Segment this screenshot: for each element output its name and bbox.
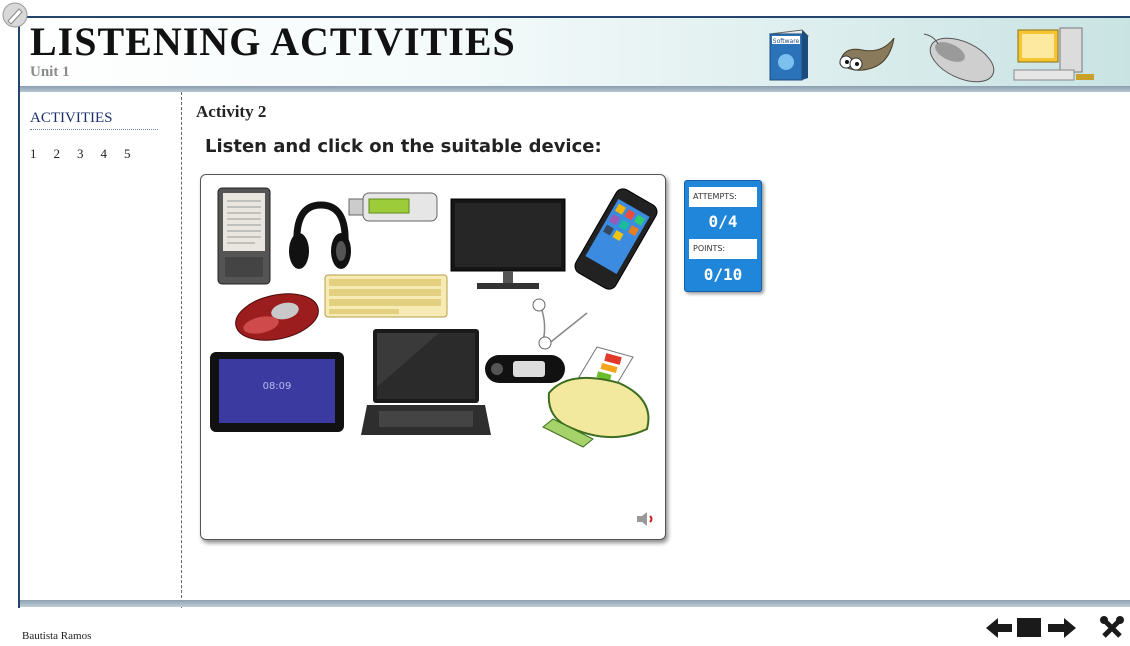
e-reader-device[interactable]	[217, 187, 271, 285]
author-name: Bautista Ramos	[22, 630, 92, 642]
arrow-right-icon[interactable]	[1046, 616, 1078, 640]
sidebar: ACTIVITIES 1 2 3 4 5	[20, 92, 182, 608]
sidebar-heading: ACTIVITIES	[30, 110, 158, 130]
device-panel: 08:09	[200, 174, 666, 540]
usb-drive-device[interactable]	[347, 191, 445, 225]
smartphone-device[interactable]	[571, 187, 663, 291]
activity-link-5[interactable]: 5	[124, 146, 131, 162]
activity-link-2[interactable]: 2	[54, 146, 61, 162]
arrow-left-icon[interactable]	[984, 616, 1014, 640]
app-title: LISTENING ACTIVITIES	[30, 19, 516, 64]
activity-links: 1 2 3 4 5	[30, 146, 131, 162]
activity-link-4[interactable]: 4	[101, 146, 108, 162]
keyboard-device[interactable]	[323, 273, 449, 319]
activity-link-1[interactable]: 1	[30, 146, 37, 162]
header-underline	[20, 86, 1130, 92]
laptop-device[interactable]	[359, 327, 493, 441]
activity-title: Activity 2	[196, 102, 267, 121]
close-tools-icon[interactable]	[1100, 616, 1126, 640]
desktop-computer-icon	[1013, 27, 1094, 81]
gimp-mascot-icon	[839, 37, 895, 71]
software-box-label: Software	[773, 38, 800, 45]
mouse-icon	[923, 33, 995, 83]
monitor-device[interactable]	[449, 197, 567, 293]
tablet-clock: 08:09	[263, 381, 292, 392]
software-box-icon: Software	[768, 29, 810, 81]
points-label: POINTS:	[689, 239, 757, 259]
activity-link-3[interactable]: 3	[77, 146, 84, 162]
activity-instruction: Listen and click on the suitable device:	[205, 136, 602, 157]
headphones-device[interactable]	[287, 201, 353, 273]
printer-device[interactable]	[539, 343, 663, 451]
header-icon-strip: Software	[760, 26, 1120, 84]
footer-bar	[20, 600, 1130, 607]
points-value: 0/10	[703, 265, 743, 284]
attempts-label: ATTEMPTS:	[689, 187, 757, 207]
attempts-value: 0/4	[708, 212, 738, 231]
computer-mouse-device[interactable]	[231, 287, 323, 345]
pencil-icon	[2, 2, 28, 28]
speaker-icon[interactable]	[635, 511, 657, 527]
screen-icon[interactable]	[1014, 616, 1044, 640]
score-box: ATTEMPTS: 0/4 POINTS: 0/10	[684, 180, 762, 292]
unit-subtitle: Unit 1	[30, 64, 70, 80]
tablet-device[interactable]: 08:09	[209, 351, 345, 433]
